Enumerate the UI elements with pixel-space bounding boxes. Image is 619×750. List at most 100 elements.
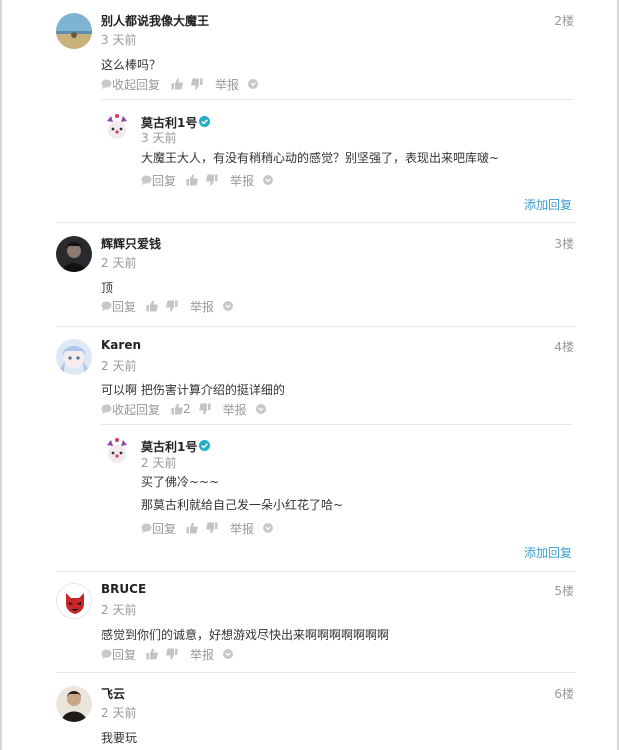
comment-actions: 回复 举报 [101,646,234,663]
more-button[interactable] [223,301,234,311]
avatar[interactable] [56,686,92,722]
like-button[interactable] [186,522,198,534]
chevron-down-circle-icon [263,523,274,533]
reply-button[interactable]: 回复 [141,172,176,189]
dislike-button[interactable] [166,300,178,312]
more-button[interactable] [223,649,234,659]
avatar[interactable] [56,13,92,49]
thumbs-down-icon [166,300,178,312]
chevron-down-circle-icon [248,79,259,89]
comment-actions: 收起回复 2 举报 [101,401,266,417]
speech-bubble-icon [101,649,112,659]
comment-divider [56,672,576,673]
floor-number: 5楼 [554,584,574,598]
report-button[interactable]: 举报 [190,298,214,315]
chevron-down-circle-icon [223,301,234,311]
comment-date: 2 天前 [101,359,137,373]
dislike-button[interactable] [198,403,211,415]
more-button[interactable] [263,523,274,533]
reply-label: 回复 [152,521,177,536]
thumbs-down-icon [206,522,218,534]
dislike-button[interactable] [206,174,218,186]
reply-button[interactable]: 收起回复 [101,401,160,418]
avatar[interactable] [101,436,133,468]
thumbs-up-icon [186,174,198,186]
reply-button[interactable]: 回复 [101,298,136,315]
reply-label: 收起回复 [112,77,161,92]
reply-date: 2 天前 [141,456,177,470]
report-button[interactable]: 举报 [190,646,214,663]
like-button[interactable]: 2 [171,402,191,416]
comment-text: 我要玩 [101,731,138,745]
thumbs-up-icon [186,522,198,534]
report-button[interactable]: 举报 [230,172,254,189]
dislike-button[interactable] [206,522,218,534]
add-reply-link[interactable]: 添加回复 [524,544,572,561]
comment-divider [56,571,576,572]
avatar[interactable] [56,583,92,619]
comment-date: 2 天前 [101,706,137,720]
dislike-button[interactable] [191,78,203,90]
reply-actions: 回复 举报 [141,520,274,537]
thumbs-up-icon [171,78,183,90]
comment-text: 可以啊 把伤害计算介绍的挺详细的 [101,383,285,397]
chevron-down-circle-icon [255,404,266,414]
comment-actions: 收起回复 举报 [101,76,259,93]
floor-number: 3楼 [554,237,574,251]
chevron-down-circle-icon [223,649,234,659]
username[interactable]: Karen [101,338,141,352]
speech-bubble-icon [101,301,112,311]
like-count: 2 [183,402,191,416]
report-button[interactable]: 举报 [215,76,239,93]
avatar[interactable] [56,339,92,375]
username[interactable]: 别人都说我像大魔王 [101,12,209,29]
like-button[interactable] [146,300,158,312]
avatar[interactable] [101,112,133,144]
floor-number: 6楼 [554,687,574,701]
comment-date: 2 天前 [101,256,137,270]
like-button[interactable] [146,648,158,660]
left-border [0,0,2,750]
speech-bubble-icon [101,404,112,414]
reply-divider [101,424,573,425]
comment-divider [56,222,576,223]
avatar[interactable] [56,236,92,272]
comment-text: 顶 [101,281,114,295]
thumbs-down-icon [166,648,178,660]
floor-number: 2楼 [554,14,574,28]
username[interactable]: 飞云 [101,685,125,702]
verified-check-icon [199,440,210,451]
verified-badge [199,116,210,130]
verified-check-icon [199,116,210,127]
chevron-down-circle-icon [263,175,274,185]
username[interactable]: 莫古利1号 [141,438,197,455]
reply-label: 回复 [152,173,177,188]
comment-text: 感觉到你们的诚意，好想游戏尽快出来啊啊啊啊啊啊啊 [101,628,390,642]
reply-label: 收起回复 [112,402,161,417]
more-button[interactable] [255,404,266,414]
reply-label: 回复 [112,647,137,662]
thumbs-up-icon [146,300,158,312]
dislike-button[interactable] [166,648,178,660]
speech-bubble-icon [141,175,152,185]
thumbs-down-icon [198,403,211,415]
speech-bubble-icon [141,523,152,533]
report-button[interactable]: 举报 [230,520,254,537]
like-button[interactable] [171,78,183,90]
comment-thread: 别人都说我像大魔王 3 天前 2楼 这么棒吗？ 收起回复 举报 莫古利1号 3 … [0,0,619,750]
reply-button[interactable]: 收起回复 [101,76,160,93]
username[interactable]: 辉辉只爱钱 [101,235,161,252]
reply-button[interactable]: 回复 [101,646,136,663]
add-reply-link[interactable]: 添加回复 [524,196,572,213]
report-button[interactable]: 举报 [223,401,247,418]
thumbs-up-icon [146,648,158,660]
more-button[interactable] [263,175,274,185]
more-button[interactable] [248,79,259,89]
like-button[interactable] [186,174,198,186]
reply-button[interactable]: 回复 [141,520,176,537]
comment-divider [56,326,576,327]
reply-date: 3 天前 [141,131,177,145]
username[interactable]: BRUCE [101,582,146,596]
thumbs-down-icon [191,78,203,90]
reply-text: 大魔王大人，有没有稍稍心动的感觉？别坚强了，表现出来吧库啵~ [141,151,500,165]
